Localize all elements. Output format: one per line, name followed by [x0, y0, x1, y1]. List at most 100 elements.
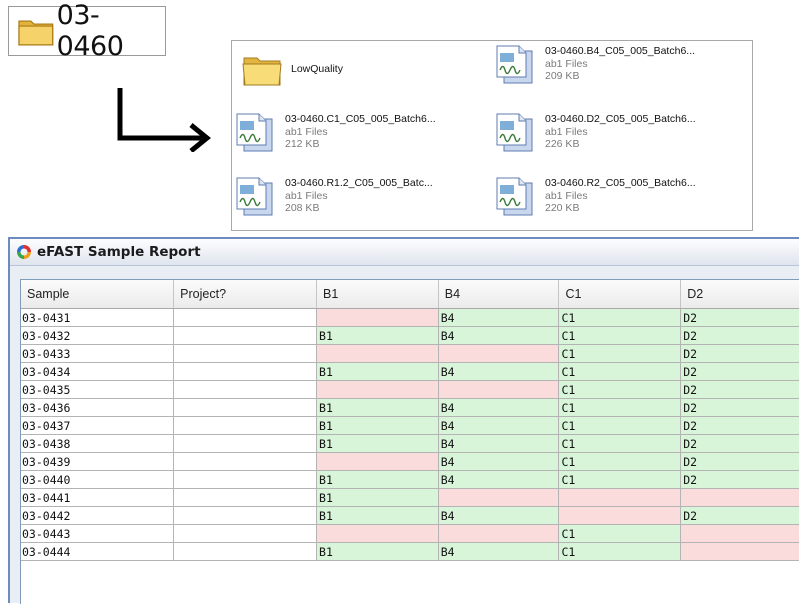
region-cell-b1[interactable]: B1	[316, 398, 439, 417]
table-row[interactable]: 03-0438 B1 B4 C1 D2	[21, 434, 799, 453]
region-cell-b1[interactable]: B1	[316, 362, 439, 381]
column-header-sample[interactable]: Sample	[21, 280, 175, 309]
region-cell-b1[interactable]	[316, 308, 439, 327]
project-cell[interactable]	[173, 542, 318, 561]
project-cell[interactable]	[173, 470, 318, 489]
region-cell-c1[interactable]: C1	[558, 398, 682, 417]
region-cell-c1[interactable]: C1	[558, 470, 682, 489]
region-cell-b4[interactable]: B4	[438, 398, 560, 417]
region-cell-d2[interactable]: D2	[680, 398, 799, 417]
region-cell-b1[interactable]	[316, 452, 439, 471]
table-row[interactable]: 03-0435 C1 D2	[21, 380, 799, 399]
project-cell[interactable]	[173, 362, 318, 381]
table-row[interactable]: 03-0441 B1	[21, 488, 799, 507]
project-cell[interactable]	[173, 344, 318, 363]
region-cell-b4[interactable]: B4	[438, 470, 560, 489]
sample-cell[interactable]: 03-0433	[21, 344, 175, 363]
region-cell-c1[interactable]: C1	[558, 416, 682, 435]
region-cell-b1[interactable]: B1	[316, 470, 439, 489]
sample-cell[interactable]: 03-0436	[21, 398, 175, 417]
region-cell-b1[interactable]: B1	[316, 542, 439, 561]
project-cell[interactable]	[173, 506, 318, 525]
project-cell[interactable]	[173, 416, 318, 435]
region-cell-d2[interactable]: D2	[680, 434, 799, 453]
project-cell[interactable]	[173, 488, 318, 507]
sample-cell[interactable]: 03-0434	[21, 362, 175, 381]
region-cell-c1[interactable]: C1	[558, 434, 682, 453]
sample-cell[interactable]: 03-0435	[21, 380, 175, 399]
sample-cell[interactable]: 03-0440	[21, 470, 175, 489]
column-header-b1[interactable]: B1	[316, 280, 439, 309]
folder-title[interactable]: 03-0460	[8, 0, 166, 62]
region-cell-d2[interactable]	[680, 524, 799, 543]
region-cell-b1[interactable]	[316, 380, 439, 399]
table-row[interactable]: 03-0431 B4 C1 D2	[21, 308, 799, 327]
table-row[interactable]: 03-0443 C1	[21, 524, 799, 543]
column-header-d2[interactable]: D2	[680, 280, 799, 309]
region-cell-c1[interactable]: C1	[558, 542, 682, 561]
region-cell-b4[interactable]	[438, 380, 560, 399]
project-cell[interactable]	[173, 398, 318, 417]
column-header-b4[interactable]: B4	[438, 280, 560, 309]
report-grid[interactable]: Sample Project? B1 B4 C1 D2 03-0431 B4 C1 D…	[20, 279, 799, 604]
report-titlebar[interactable]: eFAST Sample Report	[10, 239, 799, 266]
region-cell-c1[interactable]: C1	[558, 524, 682, 543]
region-cell-b4[interactable]: B4	[438, 362, 560, 381]
file-item[interactable]: 03-0460.R1.2_C05_005_Batc... ab1 Files 2…	[234, 175, 489, 221]
sample-cell[interactable]: 03-0443	[21, 524, 175, 543]
project-cell[interactable]	[173, 308, 318, 327]
region-cell-d2[interactable]: D2	[680, 452, 799, 471]
region-cell-b4[interactable]	[438, 488, 560, 507]
project-cell[interactable]	[173, 434, 318, 453]
column-header-project[interactable]: Project?	[173, 280, 318, 309]
region-cell-b4[interactable]: B4	[438, 416, 560, 435]
table-row[interactable]: 03-0432 B1 B4 C1 D2	[21, 326, 799, 345]
region-cell-c1[interactable]: C1	[558, 362, 682, 381]
region-cell-d2[interactable]: D2	[680, 362, 799, 381]
sample-cell[interactable]: 03-0442	[21, 506, 175, 525]
file-item-lowquality[interactable]: LowQuality	[240, 49, 495, 95]
project-cell[interactable]	[173, 380, 318, 399]
table-row[interactable]: 03-0436 B1 B4 C1 D2	[21, 398, 799, 417]
sample-cell[interactable]: 03-0444	[21, 542, 175, 561]
table-row[interactable]: 03-0437 B1 B4 C1 D2	[21, 416, 799, 435]
sample-cell[interactable]: 03-0437	[21, 416, 175, 435]
region-cell-c1[interactable]: C1	[558, 326, 682, 345]
region-cell-d2[interactable]: D2	[680, 470, 799, 489]
region-cell-d2[interactable]: D2	[680, 308, 799, 327]
table-row[interactable]: 03-0439 B4 C1 D2	[21, 452, 799, 471]
file-item[interactable]: 03-0460.C1_C05_005_Batch6... ab1 Files 2…	[234, 111, 489, 157]
region-cell-b4[interactable]: B4	[438, 542, 560, 561]
sample-cell[interactable]: 03-0438	[21, 434, 175, 453]
region-cell-d2[interactable]: D2	[680, 326, 799, 345]
region-cell-c1[interactable]: C1	[558, 344, 682, 363]
region-cell-b4[interactable]: B4	[438, 326, 560, 345]
table-row[interactable]: 03-0434 B1 B4 C1 D2	[21, 362, 799, 381]
sample-cell[interactable]: 03-0441	[21, 488, 175, 507]
region-cell-d2[interactable]: D2	[680, 380, 799, 399]
region-cell-b4[interactable]: B4	[438, 452, 560, 471]
region-cell-b1[interactable]: B1	[316, 506, 439, 525]
region-cell-c1[interactable]	[558, 506, 682, 525]
region-cell-d2[interactable]: D2	[680, 416, 799, 435]
region-cell-d2[interactable]	[680, 542, 799, 561]
region-cell-b4[interactable]: B4	[438, 506, 560, 525]
region-cell-b1[interactable]: B1	[316, 488, 439, 507]
region-cell-c1[interactable]: C1	[558, 308, 682, 327]
region-cell-d2[interactable]: D2	[680, 344, 799, 363]
region-cell-b4[interactable]	[438, 524, 560, 543]
file-item[interactable]: 03-0460.R2_C05_005_Batch6... ab1 Files 2…	[494, 175, 749, 221]
table-row[interactable]: 03-0444 B1 B4 C1	[21, 542, 799, 561]
region-cell-b1[interactable]: B1	[316, 434, 439, 453]
table-row[interactable]: 03-0433 C1 D2	[21, 344, 799, 363]
region-cell-b1[interactable]	[316, 344, 439, 363]
region-cell-b1[interactable]	[316, 524, 439, 543]
region-cell-c1[interactable]	[558, 488, 682, 507]
table-row[interactable]: 03-0440 B1 B4 C1 D2	[21, 470, 799, 489]
project-cell[interactable]	[173, 326, 318, 345]
project-cell[interactable]	[173, 524, 318, 543]
region-cell-b1[interactable]: B1	[316, 416, 439, 435]
file-item[interactable]: 03-0460.D2_C05_005_Batch6... ab1 Files 2…	[494, 111, 749, 157]
region-cell-b4[interactable]: B4	[438, 434, 560, 453]
column-header-c1[interactable]: C1	[558, 280, 682, 309]
